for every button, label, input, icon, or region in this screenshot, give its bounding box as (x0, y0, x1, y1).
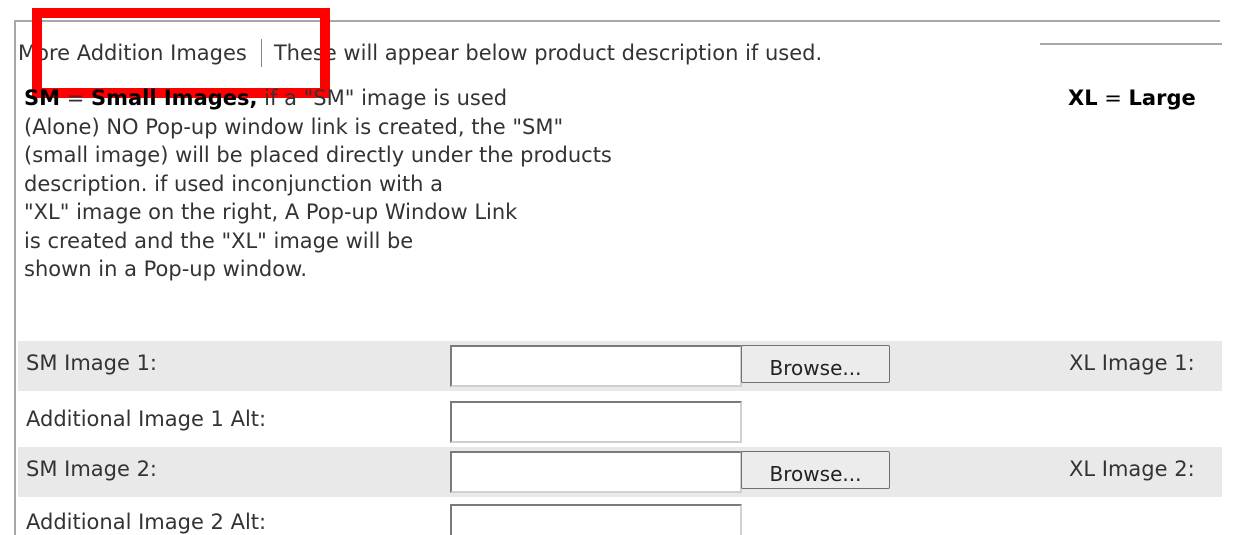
xl-image-1-label: XL Image 1: (1069, 351, 1195, 375)
form-row-alt-1: Additional Image 1 Alt: (18, 397, 1222, 447)
sm-description-line: shown in a Pop-up window. (24, 257, 308, 281)
sm-abbrev: SM (24, 86, 61, 110)
sm-description-line: SM = Small Images, if a "SM" image is us… (24, 84, 784, 113)
additional-image-2-alt-input[interactable] (450, 504, 742, 535)
sm-title: Small Images, (90, 86, 258, 110)
sm-description-line: is created and the "XL" image will be (24, 228, 414, 253)
xl-description-heading: XL = Large (1068, 84, 1196, 113)
sm-image-2-label: SM Image 2: (26, 457, 158, 481)
sm-description-line: description. if used inconjunction with … (24, 171, 444, 196)
form-row-sm-image-2: SM Image 2: Browse... XL Image 2: (18, 447, 1222, 497)
xl-image-2-label: XL Image 2: (1069, 457, 1195, 481)
xl-title: Large (1128, 86, 1196, 110)
sm-image-2-file-field[interactable] (450, 451, 742, 493)
sm-image-1-label: SM Image 1: (26, 351, 158, 375)
fieldset-legend-line (1040, 43, 1222, 45)
additional-image-2-alt-label: Additional Image 2 Alt: (26, 510, 267, 534)
sm-line1-rest: if a "SM" image is used (257, 86, 508, 110)
form-row-sm-image-1: SM Image 1: Browse... XL Image 1: (18, 341, 1222, 391)
sm-description-line: (small image) will be placed directly un… (24, 143, 612, 167)
legend-note: These will appear below product descript… (273, 41, 823, 65)
additional-image-1-alt-input[interactable] (450, 401, 742, 443)
sm-description-line: "XL" image on the right, A Pop-up Window… (24, 200, 518, 224)
sm-image-2-browse-button[interactable]: Browse... (741, 451, 890, 489)
xl-abbrev: XL (1068, 86, 1098, 110)
additional-image-1-alt-label: Additional Image 1 Alt: (26, 407, 267, 431)
sm-image-1-browse-button[interactable]: Browse... (741, 345, 890, 383)
form-row-alt-2: Additional Image 2 Alt: (18, 500, 1222, 535)
xl-eq: = (1097, 86, 1129, 110)
sm-description: SM = Small Images, if a "SM" image is us… (24, 84, 784, 284)
sm-image-1-file-field[interactable] (450, 345, 742, 387)
fieldset-border-left (14, 20, 16, 535)
viewport-edge (1222, 0, 1233, 535)
sm-eq: = (60, 86, 91, 110)
sm-description-line: (Alone) NO Pop-up window link is created… (24, 114, 564, 139)
